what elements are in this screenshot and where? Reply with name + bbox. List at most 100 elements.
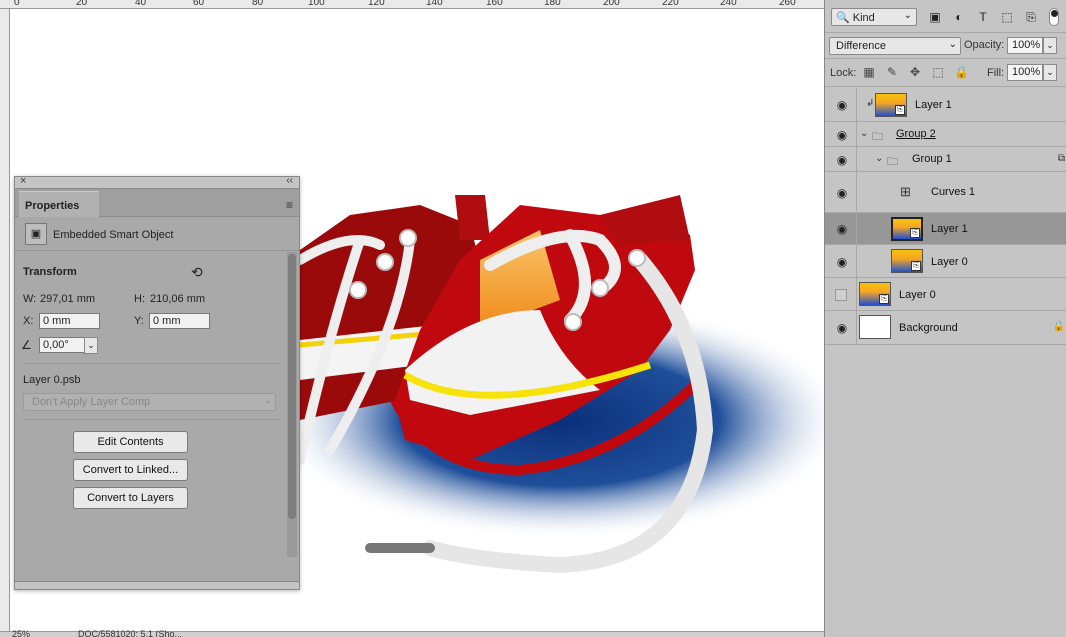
layer-row[interactable]: ⎘ Layer 0 xyxy=(825,278,1066,311)
reset-transform-icon[interactable]: ⟲ xyxy=(191,264,203,281)
layer-name[interactable]: Layer 1 xyxy=(915,99,952,111)
folder-icon: 🗀 xyxy=(887,156,898,168)
layer-name[interactable]: Curves 1 xyxy=(931,186,975,198)
visibility-off-box[interactable] xyxy=(835,289,847,301)
adjustment-filter-icon[interactable]: ◐ xyxy=(951,9,967,25)
tab-properties[interactable]: Properties xyxy=(19,191,99,217)
panel-titlebar[interactable]: × ‹‹ xyxy=(15,175,299,189)
angle-icon: ∠ xyxy=(21,338,32,352)
transform-title: Transform xyxy=(23,266,77,278)
eye-icon[interactable]: ◉ xyxy=(835,222,849,236)
filter-icons: ▣ ◐ T ⬚ ⎘ xyxy=(927,9,1039,25)
properties-body: Transform ⟲ W: 297,01 mm H: 210,06 mm X:… xyxy=(15,252,287,552)
lock-fill-bar: Lock: ▦ ✎ ✥ ⬚ 🔒 Fill: 100% ⌄ xyxy=(825,59,1066,87)
opacity-dropdown-icon[interactable]: ⌄ xyxy=(1043,37,1057,54)
eye-column-divider xyxy=(856,245,857,277)
lock-pixels-icon[interactable]: ✎ xyxy=(885,65,899,79)
eye-icon[interactable]: ◉ xyxy=(835,153,849,167)
layer-comp-select[interactable]: Don't Apply Layer Comp xyxy=(23,393,276,411)
layer-row[interactable]: ◉ Background 🔒 xyxy=(825,311,1066,345)
filter-toggle[interactable] xyxy=(1049,8,1059,26)
angle-dropdown-icon[interactable]: ⌄ xyxy=(84,337,98,354)
angle-input[interactable]: 0,00° xyxy=(39,337,85,353)
layer-name[interactable]: Layer 0 xyxy=(899,289,936,301)
zoom-readout: 25% xyxy=(12,629,31,637)
link-icon: ⧉ xyxy=(1057,153,1065,164)
search-icon: 🔍 xyxy=(836,12,850,24)
lock-all-icon[interactable]: 🔒 xyxy=(954,65,969,79)
smart-object-icon: ▣ xyxy=(25,223,47,245)
layer-row[interactable]: ◉ ⌄ 🗀 Group 1 ⧉ xyxy=(825,147,1066,172)
lock-artboard-icon[interactable]: ⬚ xyxy=(931,65,945,79)
convert-to-layers-button[interactable]: Convert to Layers xyxy=(73,487,188,509)
smart-object-type-label: Embedded Smart Object xyxy=(53,229,174,241)
width-label: W: xyxy=(23,293,37,305)
panel-menu-icon[interactable]: ≡ xyxy=(286,198,293,212)
filter-kind-select[interactable]: 🔍 Kind ⌄ xyxy=(831,8,917,26)
divider xyxy=(23,363,279,364)
layer-filter-bar: 🔍 Kind ⌄ ▣ ◐ T ⬚ ⎘ xyxy=(825,0,1066,33)
panel-resize-handle[interactable] xyxy=(15,581,299,589)
eye-icon[interactable]: ◉ xyxy=(835,98,849,112)
x-input[interactable]: 0 mm xyxy=(39,313,100,329)
layer-row[interactable]: ◉ ⎘ Layer 0 xyxy=(825,245,1066,278)
scrollbar-thumb[interactable] xyxy=(288,254,296,519)
layer-thumbnail: ⎘ xyxy=(875,93,907,117)
lock-position-icon[interactable]: ✥ xyxy=(908,65,922,79)
layer-name[interactable]: Group 1 xyxy=(912,153,952,165)
layer-row[interactable]: ◉ ⊞ Curves 1 xyxy=(825,172,1066,213)
layer-name[interactable]: Layer 0 xyxy=(931,256,968,268)
chevron-down-icon[interactable]: ⌄ xyxy=(860,128,868,139)
x-label: X: xyxy=(23,315,34,327)
convert-to-linked-button[interactable]: Convert to Linked... xyxy=(73,459,188,481)
ruler-label: 60 xyxy=(193,0,205,8)
type-filter-icon[interactable]: T xyxy=(975,9,991,25)
blend-opacity-bar: Difference ⌄ Opacity: 100% ⌄ xyxy=(825,33,1066,59)
chevron-down-icon: ⌄ xyxy=(948,39,957,50)
width-value[interactable]: 297,01 mm xyxy=(40,293,95,305)
ruler-label: 220 xyxy=(662,0,679,8)
layer-row[interactable]: ◉ ↲ ⎘ Layer 1 xyxy=(825,88,1066,122)
lock-icon: 🔒 xyxy=(1052,321,1065,332)
chevron-down-icon: ⌄ xyxy=(264,395,272,405)
layer-name[interactable]: Layer 1 xyxy=(931,223,968,235)
eye-column-divider xyxy=(856,213,857,244)
ruler-label: 180 xyxy=(544,0,561,8)
y-label: Y: xyxy=(134,315,144,327)
lock-transparency-icon[interactable]: ▦ xyxy=(862,65,876,79)
layer-row-selected[interactable]: ◉ ⎘ Layer 1 xyxy=(825,213,1066,245)
close-icon[interactable]: × xyxy=(20,175,26,187)
eye-column-divider xyxy=(856,172,857,212)
layer-row[interactable]: ◉ ⌄ 🗀 Group 2 xyxy=(825,122,1066,147)
ruler-label: 20 xyxy=(76,0,88,8)
y-input[interactable]: 0 mm xyxy=(149,313,210,329)
layer-name[interactable]: Background xyxy=(899,322,958,334)
ruler-label: 260 xyxy=(779,0,796,8)
smart-object-filter-icon[interactable]: ⎘ xyxy=(1023,9,1039,25)
eye-icon[interactable]: ◉ xyxy=(835,128,849,142)
opacity-label: Opacity: xyxy=(964,39,1005,51)
ruler-label: 200 xyxy=(603,0,620,8)
edit-contents-button[interactable]: Edit Contents xyxy=(73,431,188,453)
status-bar: 25% DOC/5581020: 5.1 (Sho... xyxy=(0,629,824,637)
fill-input[interactable]: 100% xyxy=(1007,64,1043,81)
eye-icon[interactable]: ◉ xyxy=(835,321,849,335)
folder-icon: 🗀 xyxy=(872,131,883,143)
image-filter-icon[interactable]: ▣ xyxy=(927,9,943,25)
eye-icon[interactable]: ◉ xyxy=(835,255,849,269)
eye-icon[interactable]: ◉ xyxy=(835,186,849,200)
shape-filter-icon[interactable]: ⬚ xyxy=(999,9,1015,25)
layer-name[interactable]: Group 2 xyxy=(896,128,936,140)
fill-dropdown-icon[interactable]: ⌄ xyxy=(1043,64,1057,81)
curves-adjustment-icon: ⊞ xyxy=(900,184,911,199)
panel-scrollbar[interactable] xyxy=(287,252,297,557)
height-value[interactable]: 210,06 mm xyxy=(150,293,205,305)
horizontal-ruler: 0 20 40 60 80 100 120 140 160 180 200 22… xyxy=(0,0,824,9)
eye-column-divider xyxy=(856,88,857,121)
lock-label: Lock: xyxy=(830,67,857,79)
chevron-down-icon: ⌄ xyxy=(903,10,912,21)
opacity-input[interactable]: 100% xyxy=(1007,37,1043,54)
collapse-icon[interactable]: ‹‹ xyxy=(286,175,293,186)
chevron-down-icon[interactable]: ⌄ xyxy=(875,153,883,164)
blend-mode-select[interactable]: Difference ⌄ xyxy=(829,37,961,55)
